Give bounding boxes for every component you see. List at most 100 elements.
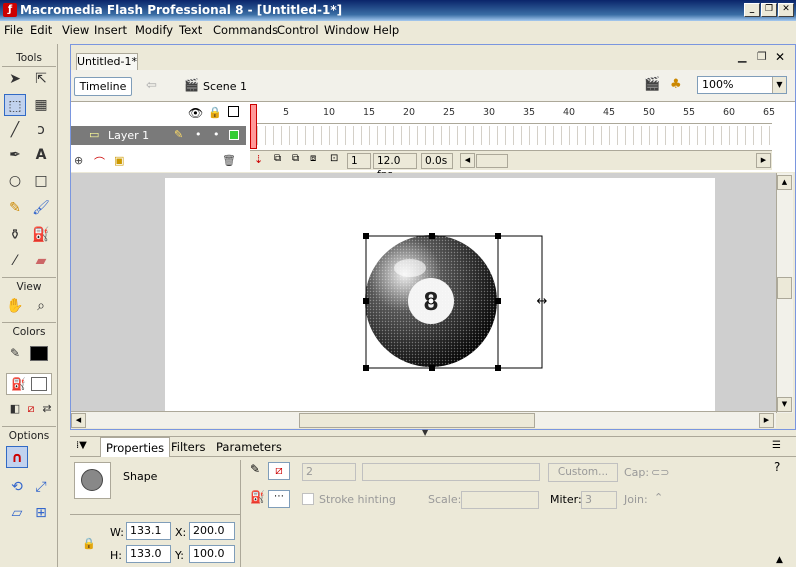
onion-outline-icon[interactable]: ⧉	[292, 153, 299, 164]
close-button[interactable]: ✕	[778, 3, 794, 17]
paint-bucket-tool-icon[interactable]: ⛽	[30, 224, 52, 246]
custom-button[interactable]: Custom...	[548, 463, 618, 482]
hscroll-thumb[interactable]	[299, 413, 535, 428]
stroke-width-field[interactable]: 2	[302, 463, 356, 481]
edit-symbols-icon[interactable]: ♣	[670, 77, 682, 92]
menu-help[interactable]: Help	[373, 23, 399, 37]
frame-rate[interactable]: 12.0 fps	[373, 153, 417, 181]
menu-edit[interactable]: Edit	[30, 23, 52, 37]
menu-file[interactable]: File	[4, 23, 23, 37]
back-arrow-icon[interactable]: ⇦	[146, 78, 157, 93]
doc-minimize-icon[interactable]: ▁	[738, 50, 746, 63]
gradient-transform-tool-icon[interactable]: ▦	[30, 94, 52, 116]
handle-bl[interactable]	[363, 365, 369, 371]
handle-t[interactable]	[429, 233, 435, 239]
stroke-style-select[interactable]	[362, 463, 540, 481]
ink-bottle-tool-icon[interactable]: ⚱	[4, 224, 26, 246]
pencil-tool-icon[interactable]: ✎	[4, 197, 26, 219]
lock-dot-icon[interactable]: •	[213, 128, 220, 141]
swap-colors-icon[interactable]: ⇄	[36, 398, 58, 420]
menu-window[interactable]: Window	[324, 23, 369, 37]
frame-cells[interactable]	[250, 126, 772, 145]
envelope-icon[interactable]: ⊞	[30, 502, 52, 524]
timeline-scroll-thumb[interactable]	[476, 154, 508, 168]
brush-tool-icon[interactable]: 🖌	[30, 197, 52, 219]
vscroll-thumb[interactable]	[777, 277, 792, 299]
onion-markers-icon[interactable]: ⊡	[330, 153, 338, 164]
subselection-tool-icon[interactable]: ⇱	[30, 68, 52, 90]
handle-b[interactable]	[429, 365, 435, 371]
trash-icon[interactable]: 🗑	[222, 154, 236, 167]
outline-icon[interactable]	[228, 106, 239, 117]
handle-l[interactable]	[363, 298, 369, 304]
handle-r[interactable]	[495, 298, 501, 304]
height-field[interactable]: 133.0	[126, 545, 171, 563]
frame-ruler[interactable]: 15101520253035404550556065	[250, 104, 775, 124]
menu-view[interactable]: View	[62, 23, 89, 37]
restore-button[interactable]: ❐	[761, 3, 777, 17]
scroll-left-icon[interactable]: ◀	[460, 153, 475, 168]
eight-ball-shape[interactable]: 8 ↔	[360, 230, 550, 375]
hscroll-right-icon[interactable]: ▶	[759, 413, 774, 428]
y-field[interactable]: 100.0	[189, 545, 235, 563]
lock-icon[interactable]: 🔒	[208, 106, 222, 119]
timeline-button[interactable]: Timeline	[74, 77, 132, 96]
center-frame-icon[interactable]: ⇣	[254, 153, 263, 166]
stroke-hinting-checkbox[interactable]	[302, 493, 314, 505]
lasso-tool-icon[interactable]: ↄ	[30, 119, 52, 141]
layer-row[interactable]: ▭ Layer 1 ✎ • •	[71, 126, 246, 145]
miter-field[interactable]: 3	[581, 491, 617, 509]
insert-folder-icon[interactable]: ▣	[114, 154, 124, 167]
zoom-tool-icon[interactable]: ⌕	[30, 295, 52, 317]
tab-filters[interactable]: Filters	[171, 440, 205, 454]
outline-color-icon[interactable]	[229, 130, 239, 140]
scale-icon[interactable]: ⤢	[30, 476, 52, 498]
free-transform-tool-icon[interactable]: ⬚	[4, 94, 26, 116]
oval-tool-icon[interactable]: ○	[4, 170, 26, 192]
tab-properties[interactable]: Properties	[100, 437, 171, 457]
rotate-skew-icon[interactable]: ⟲	[6, 476, 28, 498]
distort-icon[interactable]: ▱	[6, 502, 28, 524]
handle-tr[interactable]	[495, 233, 501, 239]
snap-magnet-icon[interactable]: ∩	[6, 446, 28, 468]
minimize-button[interactable]: _	[744, 3, 760, 17]
transform-center-point[interactable]	[427, 297, 435, 305]
hand-tool-icon[interactable]: ✋	[4, 295, 26, 317]
scale-select[interactable]	[461, 491, 539, 509]
motion-guide-icon[interactable]: ⌒	[94, 154, 105, 170]
menu-control[interactable]: Control	[277, 23, 319, 37]
fill-color-control[interactable]: ⛽	[6, 373, 52, 395]
menu-text[interactable]: Text	[179, 23, 202, 37]
visible-dot-icon[interactable]: •	[195, 128, 202, 141]
pen-tool-icon[interactable]: ✒	[4, 144, 26, 166]
scroll-right-icon[interactable]: ▶	[756, 153, 771, 168]
stroke-color-swatch[interactable]	[30, 346, 48, 361]
horizontal-scrollbar[interactable]: ◀ ▶	[71, 411, 776, 428]
playhead[interactable]	[250, 104, 257, 149]
expand-panel-icon[interactable]: ▲	[776, 555, 783, 565]
eraser-tool-icon[interactable]: ▰	[30, 250, 52, 272]
show-hide-eye-icon[interactable]: 👁	[188, 106, 203, 120]
edit-multiple-icon[interactable]: ⧈	[310, 153, 316, 164]
handle-tl[interactable]	[363, 233, 369, 239]
scroll-up-icon[interactable]: ▲	[777, 175, 792, 190]
hscroll-left-icon[interactable]: ◀	[71, 413, 86, 428]
tab-parameters[interactable]: Parameters	[216, 440, 282, 454]
panel-options-icon[interactable]: ☰	[772, 440, 781, 451]
document-tab[interactable]: Untitled-1*	[76, 53, 138, 70]
menu-modify[interactable]: Modify	[135, 23, 173, 37]
doc-close-icon[interactable]: ✕	[775, 50, 785, 64]
vertical-scrollbar[interactable]: ▲ ▼	[776, 173, 793, 413]
help-icon[interactable]: ?	[774, 460, 780, 474]
fill-color-picker[interactable]: ⋯	[268, 490, 290, 508]
edit-scene-icon[interactable]: 🎬	[644, 77, 660, 92]
menu-commands[interactable]: Commands	[213, 23, 278, 37]
insert-layer-icon[interactable]: ⊕	[74, 154, 83, 167]
x-field[interactable]: 200.0	[189, 522, 235, 540]
text-tool-icon[interactable]: A	[30, 144, 52, 166]
join-icon[interactable]: ⌃	[654, 491, 663, 504]
menu-insert[interactable]: Insert	[94, 23, 127, 37]
scroll-down-icon[interactable]: ▼	[777, 397, 792, 412]
line-tool-icon[interactable]: ╱	[4, 119, 26, 141]
cap-icon[interactable]: ⊂⊃	[651, 466, 669, 479]
